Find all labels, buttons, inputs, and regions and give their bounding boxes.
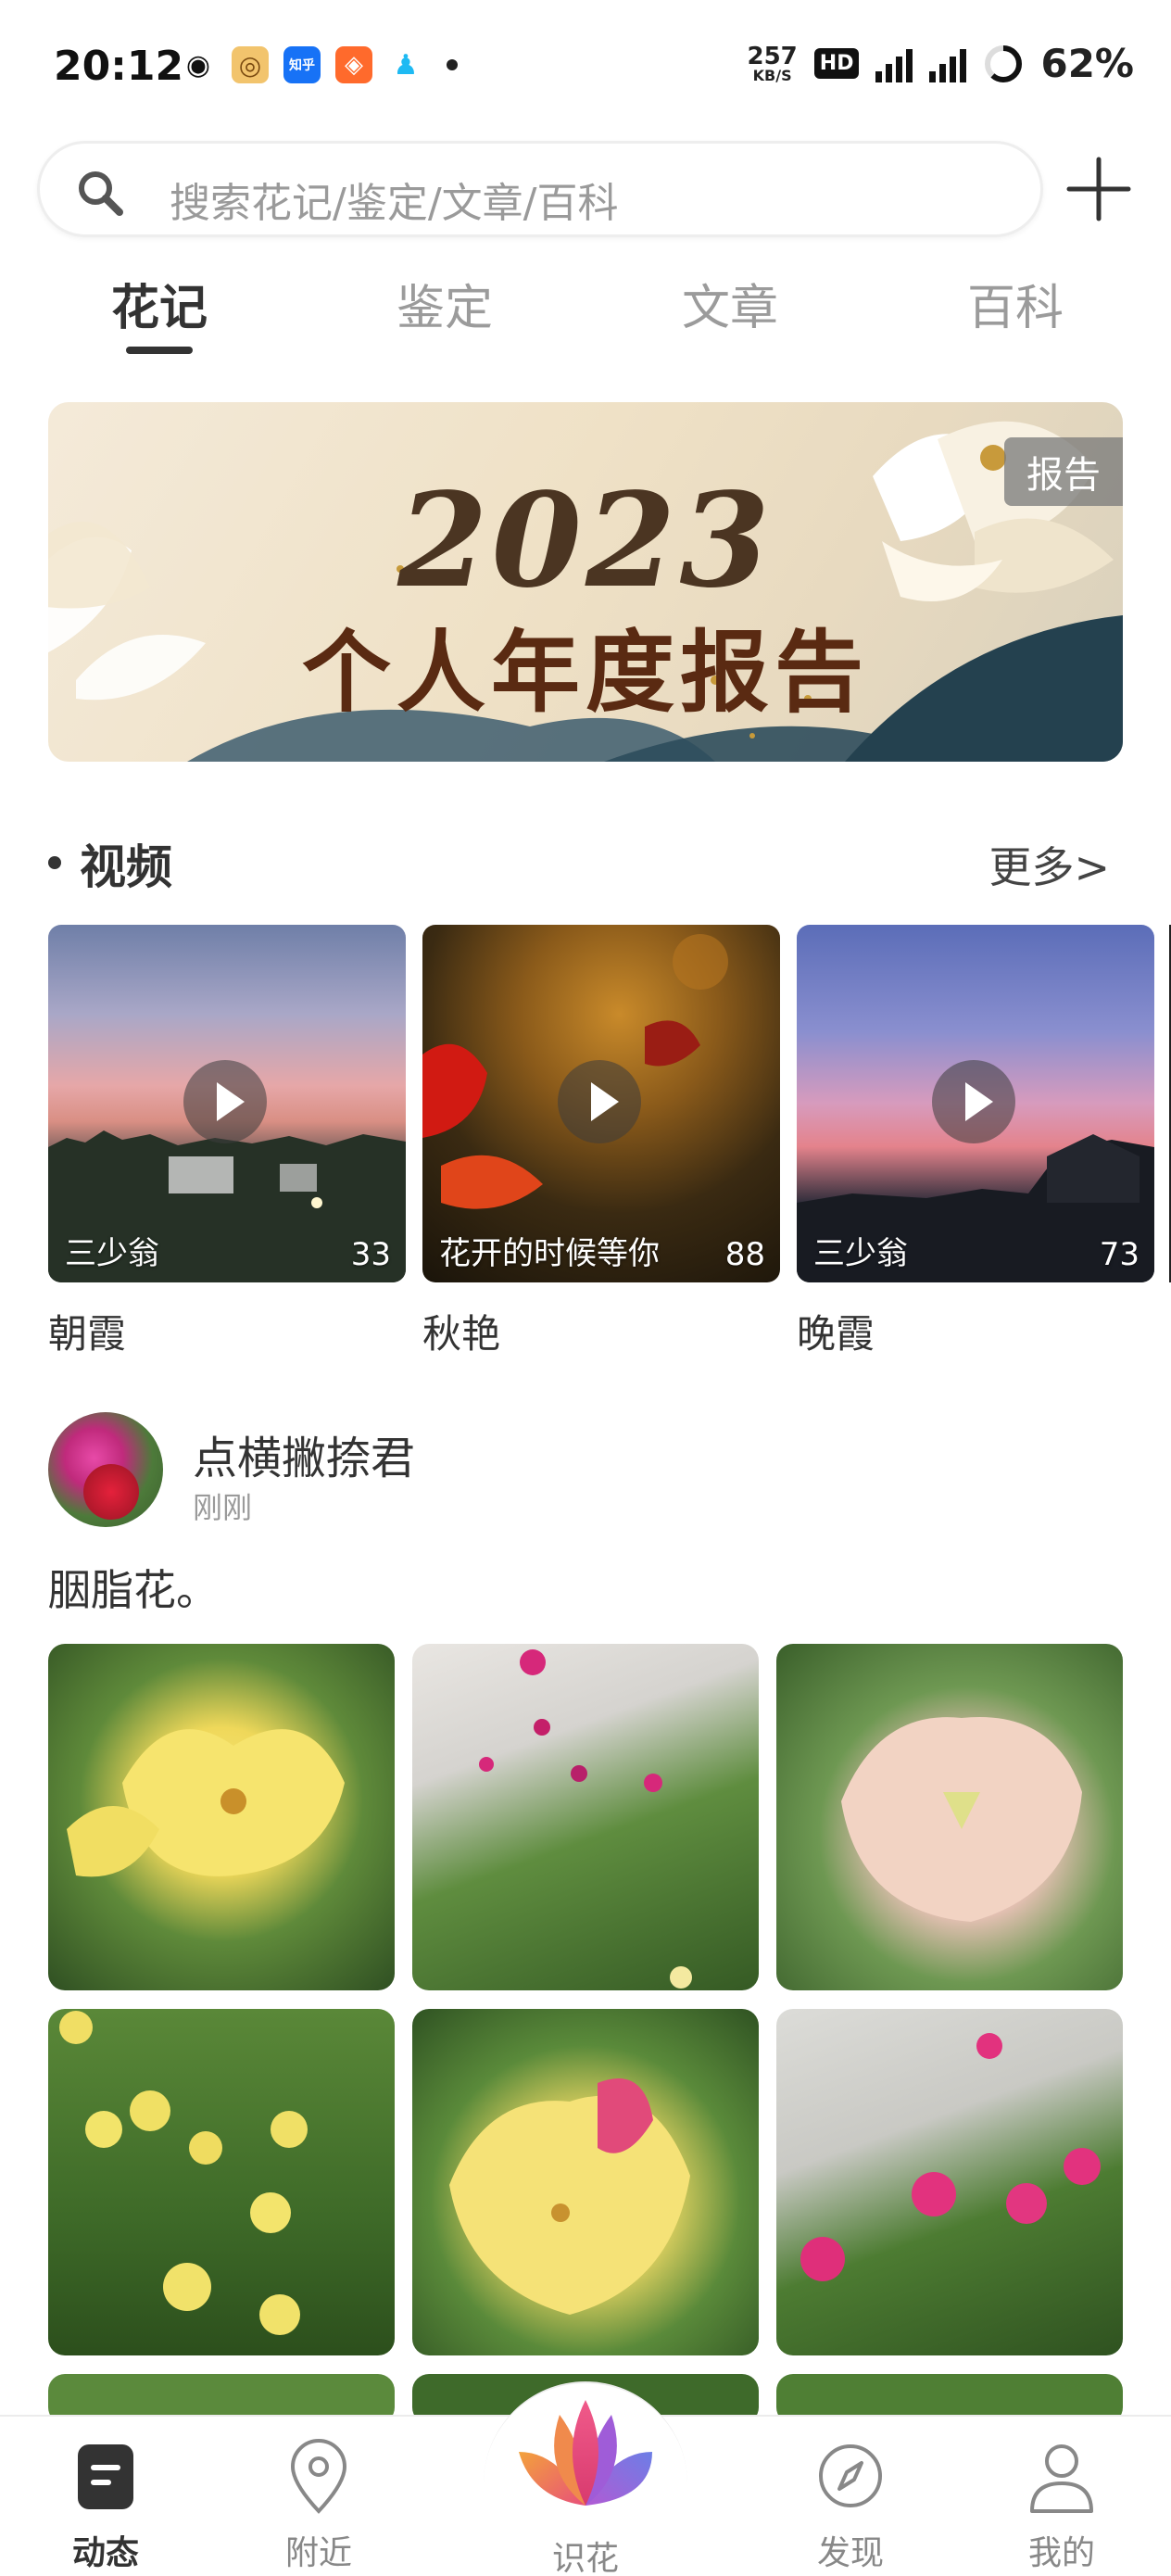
tab-active-indicator — [126, 347, 193, 354]
nav-label: 识花 — [551, 2540, 619, 2576]
kuaishou-icon: ◈ — [335, 46, 372, 83]
feed-icon — [78, 2444, 133, 2509]
profile-icon — [1030, 2444, 1093, 2513]
banner-subtitle: 个人年度报告 — [302, 620, 869, 725]
flower-shape — [449, 2078, 690, 2315]
post-header: 点横撇捺君 刚刚 — [48, 1412, 1123, 1533]
video-author: 三少翁 — [813, 1235, 908, 1272]
net-speed-unit: KB/S — [752, 66, 792, 84]
video-count: 73 — [1099, 1236, 1140, 1273]
post-image[interactable] — [776, 1644, 1123, 1990]
app-target-icon: ◎ — [232, 46, 269, 83]
search-input[interactable]: 搜索花记/鉴定/文章/百科 — [37, 141, 1043, 237]
post-timestamp: 刚刚 — [193, 1490, 253, 1525]
flower-shape — [800, 2033, 1101, 2281]
post-image[interactable] — [412, 2009, 759, 2355]
signal-2-icon — [929, 45, 967, 82]
play-icon[interactable] — [183, 1060, 267, 1143]
signal-1-icon — [875, 45, 913, 82]
video-author: 花开的时候等你 — [439, 1235, 660, 1272]
status-bar: 20:12 ◉ ◎ 知乎 ◈ ♟ 257 KB/S HD 62% — [0, 0, 1171, 139]
wechat-icon: ◉ — [180, 46, 217, 83]
annual-report-banner[interactable]: 2023 个人年度报告 报告 — [48, 402, 1123, 762]
search-icon — [79, 171, 123, 216]
post-image[interactable] — [412, 1644, 759, 1990]
nav-item-faxian[interactable]: 发现 — [767, 2417, 934, 2576]
notification-icons: ◉ ◎ 知乎 ◈ ♟ — [180, 46, 458, 83]
net-speed-value: 257 — [747, 42, 798, 70]
post-image-grid — [48, 1644, 1123, 2424]
nav-label: 动态 — [71, 2534, 139, 2572]
video-title[interactable]: 朝霞 — [48, 1303, 406, 1359]
search-placeholder: 搜索花记/鉴定/文章/百科 — [170, 180, 619, 227]
tab-wenzhang[interactable]: 文章 — [637, 269, 823, 338]
post-username[interactable]: 点横撇捺君 — [193, 1421, 415, 1486]
compass-icon — [819, 2444, 882, 2507]
zhihu-icon: 知乎 — [283, 46, 321, 83]
tab-bar: 花记 鉴定 文章 百科 — [0, 269, 1171, 361]
nav-item-dongtai[interactable]: 动态 — [22, 2417, 189, 2576]
video-title[interactable]: 晚霞 — [797, 1303, 1154, 1359]
battery-ring-icon — [985, 44, 1023, 82]
section-bullet — [48, 856, 61, 869]
nav-item-shihua[interactable]: 识花 — [493, 2396, 678, 2576]
video-card[interactable]: 三少翁 33 朝霞 — [48, 925, 406, 1359]
tab-baike[interactable]: 百科 — [923, 269, 1108, 338]
nav-label: 发现 — [816, 2534, 884, 2572]
more-notifications-dot — [447, 59, 458, 70]
video-more-link[interactable]: 更多> — [988, 834, 1110, 895]
qq-icon: ♟ — [387, 46, 424, 83]
nav-label: 我的 — [1027, 2534, 1095, 2572]
video-count: 33 — [350, 1236, 391, 1273]
lotus-icon — [519, 2400, 652, 2506]
video-author: 三少翁 — [65, 1235, 159, 1272]
search-row: 搜索花记/鉴定/文章/百科 — [37, 141, 1134, 237]
video-count: 88 — [724, 1236, 765, 1273]
tab-huaji[interactable]: 花记 — [67, 269, 252, 338]
location-pin-icon — [290, 2439, 347, 2514]
nav-item-fujin[interactable]: 附近 — [235, 2417, 402, 2576]
play-icon[interactable] — [558, 1060, 641, 1143]
battery-percent: 62% — [1040, 41, 1134, 86]
video-thumbnail[interactable]: 三少翁 33 — [48, 925, 406, 1282]
video-section-title: 视频 — [80, 840, 172, 894]
flower-shape — [479, 1649, 692, 1989]
flower-shape — [59, 2011, 308, 2335]
net-speed: 257 KB/S — [748, 44, 798, 83]
post-image[interactable] — [48, 1644, 395, 1990]
status-indicators: 257 KB/S HD 62% — [748, 41, 1135, 86]
post-image[interactable] — [776, 2009, 1123, 2355]
video-card[interactable]: 三少翁 73 晚霞 — [797, 925, 1154, 1359]
hd-badge: HD — [813, 48, 860, 79]
post-image[interactable] — [48, 2009, 395, 2355]
play-icon[interactable] — [932, 1060, 1015, 1143]
add-button[interactable] — [1064, 154, 1134, 224]
status-time: 20:12 — [54, 43, 184, 90]
flower-shape — [841, 1717, 1082, 1922]
video-section-header: 视频 更多> — [48, 830, 1123, 895]
avatar[interactable] — [48, 1412, 163, 1527]
banner-badge: 报告 — [1004, 437, 1123, 506]
video-thumbnail[interactable]: 花开的时候等你 88 — [422, 925, 780, 1282]
post-text[interactable]: 胭脂花。 — [48, 1557, 219, 1618]
video-title[interactable]: 秋艳 — [422, 1303, 780, 1359]
tab-jianding[interactable]: 鉴定 — [352, 269, 537, 338]
nav-item-wode[interactable]: 我的 — [978, 2417, 1145, 2576]
video-thumbnail[interactable]: 三少翁 73 — [797, 925, 1154, 1282]
video-card[interactable]: 花开的时候等你 88 秋艳 — [422, 925, 780, 1359]
video-list: 三少翁 33 朝霞 花开的时候等你 88 秋艳 三少翁 73 晚霞 — [48, 925, 1171, 1360]
nav-label: 附近 — [284, 2534, 352, 2572]
banner-year: 2023 — [397, 465, 774, 617]
flower-shape — [67, 1729, 345, 1877]
